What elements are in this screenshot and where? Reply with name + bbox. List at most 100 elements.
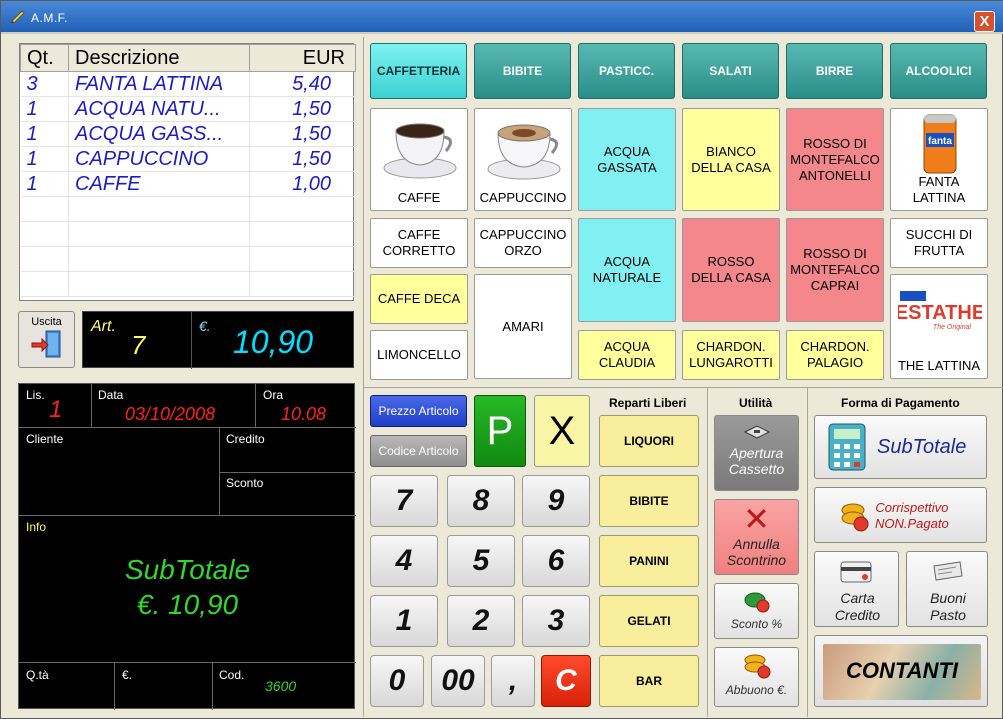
key-5[interactable]: 5 xyxy=(447,535,515,587)
product-caffe-corretto[interactable]: CAFFE CORRETTO xyxy=(370,218,468,268)
clear-button[interactable]: C xyxy=(541,655,591,707)
contanti-button[interactable]: CONTANTI xyxy=(814,635,988,707)
dept-gelati[interactable]: GELATI xyxy=(599,595,699,647)
exit-button[interactable]: Uscita xyxy=(18,311,75,368)
product-fanta-lattina[interactable]: fanta FANTA LATTINA xyxy=(890,108,988,211)
product-acqua-claudia[interactable]: ACQUA CLAUDIA xyxy=(578,330,676,380)
key-3[interactable]: 3 xyxy=(522,595,590,647)
reparti-title: Reparti Liberi xyxy=(609,396,687,410)
carta-credito-button[interactable]: Carta Credito xyxy=(814,551,899,627)
product-the-lattina[interactable]: ESTATHE The Original THE LATTINA xyxy=(890,274,988,379)
tab-pasticc[interactable]: PASTICC. xyxy=(578,43,675,99)
col-desc-header: Descrizione xyxy=(68,44,250,72)
discount-coins-icon xyxy=(744,592,769,613)
col-eur-header: EUR xyxy=(249,44,356,72)
empty-row xyxy=(20,271,356,297)
voucher-icon xyxy=(933,561,963,581)
divider xyxy=(707,387,708,717)
fanta-can-icon: fanta xyxy=(923,114,957,174)
product-chardon-palagio[interactable]: CHARDON. PALAGIO xyxy=(786,330,884,380)
key-8[interactable]: 8 xyxy=(447,475,515,527)
table-row[interactable]: 1 CAFFE 1,00 xyxy=(20,171,356,197)
key-0[interactable]: 0 xyxy=(370,655,424,707)
dept-liquori[interactable]: LIQUORI xyxy=(599,415,699,467)
product-caffe[interactable]: CAFFE xyxy=(370,108,468,211)
product-acqua-gassata[interactable]: ACQUA GASSATA xyxy=(578,108,676,211)
key-4[interactable]: 4 xyxy=(370,535,438,587)
annulla-scontrino-button[interactable]: ✕ Annulla Scontrino xyxy=(714,499,799,575)
estathe-logo-icon: ESTATHE The Original xyxy=(898,289,982,331)
product-cappuccino[interactable]: CAPPUCCINO xyxy=(474,108,572,211)
coins-red-icon xyxy=(841,503,869,532)
product-amari[interactable]: AMARI xyxy=(474,274,572,379)
table-row[interactable]: 1 ACQUA NATU... 1,50 xyxy=(20,96,356,122)
dept-bibite[interactable]: BIBITE xyxy=(599,475,699,527)
euro-small-label: €. xyxy=(122,668,133,682)
cod-value: 3600 xyxy=(265,678,297,694)
key-comma[interactable]: , xyxy=(491,655,535,707)
tab-bibite[interactable]: BIBITE xyxy=(474,43,571,99)
subtotale-button[interactable]: SubTotale xyxy=(814,415,987,479)
row-eur: 1,50 xyxy=(249,146,356,172)
exit-label: Uscita xyxy=(31,316,62,328)
close-button[interactable]: X xyxy=(974,11,995,32)
row-qty: 1 xyxy=(20,146,69,172)
key-1[interactable]: 1 xyxy=(370,595,438,647)
table-row[interactable]: 1 ACQUA GASS... 1,50 xyxy=(20,121,356,147)
product-acqua-naturale[interactable]: ACQUA NATURALE xyxy=(578,218,676,322)
fanta-can-text: fanta xyxy=(928,136,952,147)
buoni-pasto-button[interactable]: Buoni Pasto xyxy=(906,551,988,627)
row-eur: 1,50 xyxy=(249,121,356,147)
codice-articolo-button[interactable]: Codice Articolo xyxy=(370,435,467,467)
dept-bar[interactable]: BAR xyxy=(599,655,699,707)
credito-label: Credito xyxy=(226,432,265,446)
prezzo-articolo-button[interactable]: Prezzo Articolo xyxy=(370,395,467,427)
subtotal-amount: €. 10,90 xyxy=(136,589,239,620)
product-rosso-casa[interactable]: ROSSO DELLA CASA xyxy=(682,218,780,322)
tab-alcoolici[interactable]: ALCOOLICI xyxy=(890,43,987,99)
product-label: CAPPUCCINO xyxy=(479,190,567,205)
empty-row xyxy=(20,221,356,247)
dept-panini[interactable]: PANINI xyxy=(599,535,699,587)
table-row[interactable]: 1 CAPPUCCINO 1,50 xyxy=(20,146,356,172)
key-00[interactable]: 00 xyxy=(431,655,485,707)
table-row[interactable]: 3 FANTA LATTINA 5,40 xyxy=(20,71,356,97)
corrispettivo-button[interactable]: Corrispettivo NON.Pagato xyxy=(814,487,987,543)
abbuono-button[interactable]: Abbuono €. xyxy=(714,647,799,707)
ora-label: Ora xyxy=(263,388,284,402)
row-qty: 1 xyxy=(20,121,69,147)
product-succhi-frutta[interactable]: SUCCHI DI FRUTTA xyxy=(890,218,988,268)
price-mode-p-button[interactable]: P xyxy=(474,395,526,467)
apertura-cassetto-button[interactable]: Apertura Cassetto xyxy=(714,415,799,491)
key-7[interactable]: 7 xyxy=(370,475,438,527)
title-bar: A.M.F. X xyxy=(1,1,1003,34)
multiply-x-button[interactable]: X xyxy=(534,395,590,467)
order-list[interactable]: Qt. Descrizione EUR 3 FANTA LATTINA 5,40 1… xyxy=(19,43,356,301)
tab-birre[interactable]: BIRRE xyxy=(786,43,883,99)
carta-label: Carta Credito xyxy=(834,590,881,623)
row-desc: FANTA LATTINA xyxy=(68,71,250,97)
divider xyxy=(363,37,364,717)
subtotal-title: SubTotale xyxy=(124,554,251,585)
window-title: A.M.F. xyxy=(31,11,69,25)
product-chardon-lungarotti[interactable]: CHARDON. LUNGAROTTI xyxy=(682,330,780,380)
info-label: Info xyxy=(26,520,47,534)
estathe-text: ESTATHE xyxy=(898,302,982,324)
tab-salati[interactable]: SALATI xyxy=(682,43,779,99)
divider xyxy=(807,387,808,717)
product-bianco-casa[interactable]: BIANCO DELLA CASA xyxy=(682,108,780,211)
product-rosso-caprai[interactable]: ROSSO DI MONTEFALCO CAPRAI xyxy=(786,218,884,322)
product-limoncello[interactable]: LIMONCELLO xyxy=(370,330,468,380)
euro-label: €. xyxy=(199,318,211,334)
product-caffe-deca[interactable]: CAFFE DECA xyxy=(370,274,468,324)
key-2[interactable]: 2 xyxy=(447,595,515,647)
row-eur: 1,50 xyxy=(249,96,356,122)
product-label: CAFFE xyxy=(397,190,441,205)
key-9[interactable]: 9 xyxy=(522,475,590,527)
product-cappuccino-orzo[interactable]: CAPPUCCINO ORZO xyxy=(474,218,572,268)
key-6[interactable]: 6 xyxy=(522,535,590,587)
product-rosso-antonelli[interactable]: ROSSO DI MONTEFALCO ANTONELLI xyxy=(786,108,884,211)
sconto-label: Sconto % xyxy=(730,617,783,631)
tab-caffetteria[interactable]: CAFFETTERIA xyxy=(370,43,467,99)
sconto-percent-button[interactable]: Sconto % xyxy=(714,583,799,639)
